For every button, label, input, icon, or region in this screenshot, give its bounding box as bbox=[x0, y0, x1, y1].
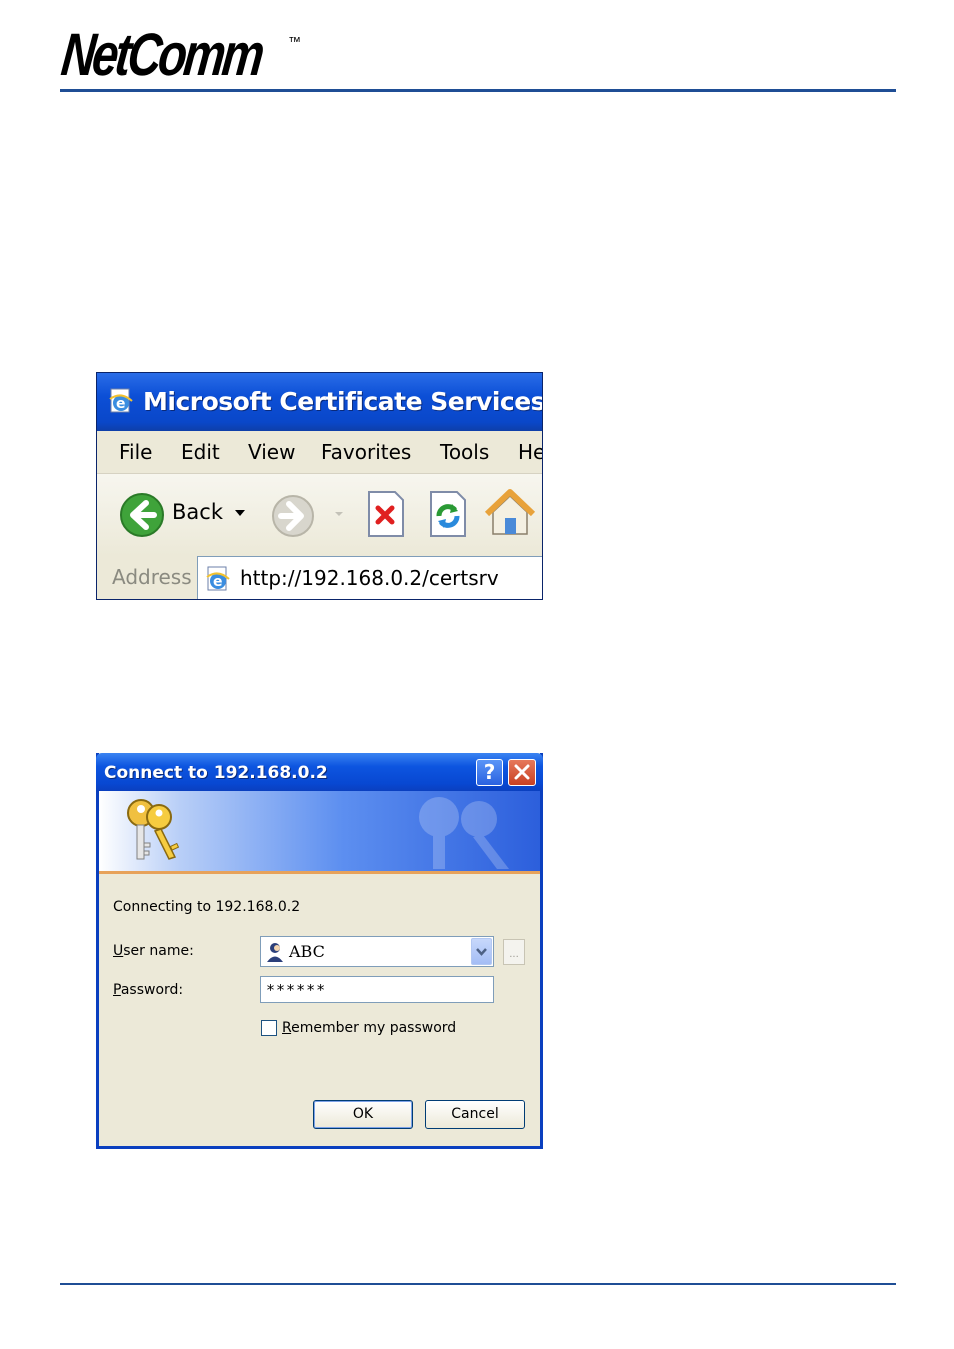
address-bar: Address e http://192.168.0.2/certsrv bbox=[97, 556, 542, 599]
close-button[interactable] bbox=[508, 759, 536, 786]
keys-icon bbox=[127, 799, 180, 860]
dialog-title: Connect to 192.168.0.2 bbox=[104, 763, 328, 783]
browse-users-button[interactable]: ... bbox=[503, 939, 525, 965]
username-label: User name: bbox=[113, 943, 194, 959]
remember-password-label[interactable]: Remember my password bbox=[282, 1020, 456, 1036]
forward-dropdown-icon[interactable] bbox=[333, 508, 345, 520]
username-value: ABC bbox=[289, 942, 325, 961]
menu-file[interactable]: File bbox=[119, 440, 152, 464]
password-value: ****** bbox=[266, 981, 327, 999]
back-button-label[interactable]: Back bbox=[172, 500, 223, 524]
username-accel: U bbox=[113, 943, 124, 959]
connect-dialog: Connect to 192.168.0.2 ? Connecting to 1… bbox=[96, 753, 543, 1149]
password-label-text: assword: bbox=[120, 982, 184, 998]
chevron-down-icon bbox=[476, 948, 487, 956]
browser-title-bar: e Microsoft Certificate Services - Mi bbox=[97, 373, 542, 431]
trademark-symbol: ™ bbox=[288, 34, 301, 49]
address-label: Address bbox=[112, 565, 192, 589]
back-arrow-icon[interactable] bbox=[119, 492, 165, 538]
browser-window: e Microsoft Certificate Services - Mi Fi… bbox=[96, 372, 543, 600]
menu-favorites[interactable]: Favorites bbox=[321, 440, 411, 464]
dialog-title-bar: Connect to 192.168.0.2 ? bbox=[96, 753, 543, 791]
username-combobox[interactable]: ABC bbox=[260, 936, 494, 967]
username-label-text: ser name: bbox=[123, 943, 194, 959]
cancel-button[interactable]: Cancel bbox=[425, 1100, 525, 1129]
home-icon[interactable] bbox=[485, 488, 535, 538]
svg-text:e: e bbox=[213, 574, 223, 590]
user-icon bbox=[267, 943, 283, 962]
password-label: Password: bbox=[113, 982, 183, 998]
menu-help[interactable]: He bbox=[518, 440, 542, 464]
remember-password-checkbox[interactable] bbox=[261, 1020, 277, 1036]
menu-edit[interactable]: Edit bbox=[181, 440, 220, 464]
remember-accel: R bbox=[282, 1020, 292, 1036]
address-input[interactable]: e http://192.168.0.2/certsrv bbox=[197, 556, 542, 599]
ok-button[interactable]: OK bbox=[313, 1100, 413, 1129]
menu-tools[interactable]: Tools bbox=[440, 440, 489, 464]
dialog-banner bbox=[99, 791, 540, 874]
footer-divider bbox=[60, 1283, 896, 1285]
ie-page-icon: e bbox=[109, 388, 133, 413]
svg-text:e: e bbox=[116, 396, 126, 412]
password-accel: P bbox=[113, 982, 121, 998]
close-icon bbox=[514, 764, 530, 780]
logo-text: NetComm bbox=[58, 21, 265, 88]
keys-watermark-icon bbox=[419, 797, 509, 869]
dropdown-arrow-icon[interactable] bbox=[233, 506, 247, 520]
connecting-message: Connecting to 192.168.0.2 bbox=[113, 899, 301, 915]
refresh-icon[interactable] bbox=[427, 490, 469, 538]
header-divider bbox=[60, 89, 896, 92]
netcomm-logo: NetComm ™ bbox=[58, 21, 317, 88]
menu-view[interactable]: View bbox=[248, 440, 295, 464]
menu-bar: File Edit View Favorites Tools He bbox=[97, 431, 542, 474]
password-input[interactable]: ****** bbox=[260, 976, 494, 1003]
remember-label-text: emember my password bbox=[291, 1020, 457, 1036]
stop-icon[interactable] bbox=[365, 490, 407, 538]
browser-toolbar: Back bbox=[97, 474, 542, 557]
help-button[interactable]: ? bbox=[476, 759, 503, 786]
browser-title: Microsoft Certificate Services - Mi bbox=[143, 387, 543, 416]
address-url: http://192.168.0.2/certsrv bbox=[240, 566, 499, 590]
forward-arrow-icon[interactable] bbox=[271, 494, 315, 538]
username-dropdown-button[interactable] bbox=[471, 938, 492, 965]
ie-page-icon: e bbox=[206, 566, 230, 591]
